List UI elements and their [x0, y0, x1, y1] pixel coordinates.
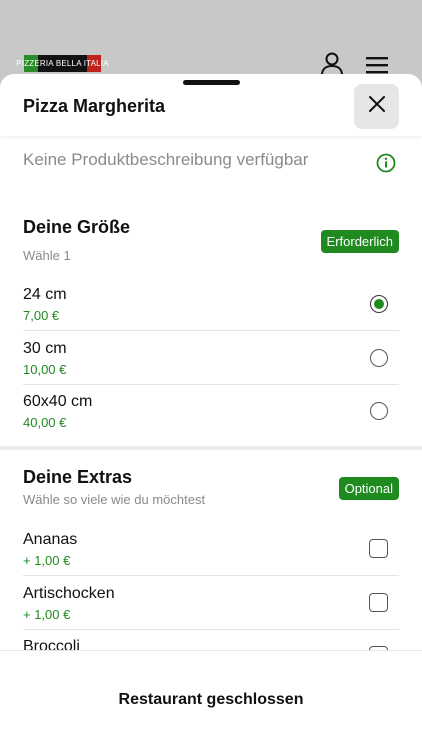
sheet-header: Pizza Margherita [0, 74, 422, 136]
option-name: Artischocken [23, 585, 115, 602]
radio-button[interactable] [370, 402, 388, 420]
section-divider [0, 446, 422, 450]
size-option[interactable]: 24 cm 7,00 € [23, 277, 399, 331]
checkbox[interactable] [369, 593, 388, 612]
checkbox[interactable] [369, 539, 388, 558]
option-name: 30 cm [23, 340, 67, 357]
option-price: 40,00 € [23, 415, 67, 430]
option-price: + 1,00 € [23, 607, 71, 622]
footer-bar: Restaurant geschlossen [0, 650, 422, 750]
product-title: Pizza Margherita [23, 96, 166, 116]
radio-button[interactable] [370, 349, 388, 367]
extras-section-subtitle: Wähle so viele wie du möchtest [23, 492, 206, 507]
option-name: 24 cm [23, 286, 67, 303]
optional-badge: Optional [338, 477, 399, 500]
option-name: 60x40 cm [23, 393, 93, 410]
option-price: 7,00 € [23, 308, 60, 323]
size-section-subtitle: Wähle 1 [23, 248, 71, 263]
close-icon [368, 95, 386, 118]
screen: PIZZERIA BELLA ITALIA Pizza Margherita K… [0, 0, 422, 750]
size-option[interactable]: 30 cm 10,00 € [23, 331, 399, 385]
option-name: Ananas [23, 531, 78, 548]
close-button[interactable] [354, 84, 399, 129]
size-option[interactable]: 60x40 cm 40,00 € [23, 384, 399, 437]
product-description: Keine Produktbeschreibung verfügbar [23, 150, 309, 169]
sheet-grabber[interactable] [183, 80, 240, 85]
extra-option[interactable]: Ananas + 1,00 € [23, 522, 399, 576]
restaurant-closed-label: Restaurant geschlossen [118, 691, 304, 708]
option-price: + 1,00 € [23, 553, 71, 568]
option-price: 10,00 € [23, 362, 67, 377]
extras-section-title: Deine Extras [23, 467, 133, 487]
extra-option[interactable]: Artischocken + 1,00 € [23, 576, 399, 630]
restaurant-logo: PIZZERIA BELLA ITALIA [16, 55, 109, 72]
logo-text: PIZZERIA BELLA ITALIA [16, 59, 109, 68]
product-sheet: Pizza Margherita Keine Produktbeschreibu… [0, 74, 422, 750]
size-section-title: Deine Größe [23, 217, 131, 237]
required-badge: Erforderlich [320, 230, 399, 253]
info-icon[interactable] [376, 153, 396, 178]
radio-button-checked[interactable] [370, 295, 388, 313]
